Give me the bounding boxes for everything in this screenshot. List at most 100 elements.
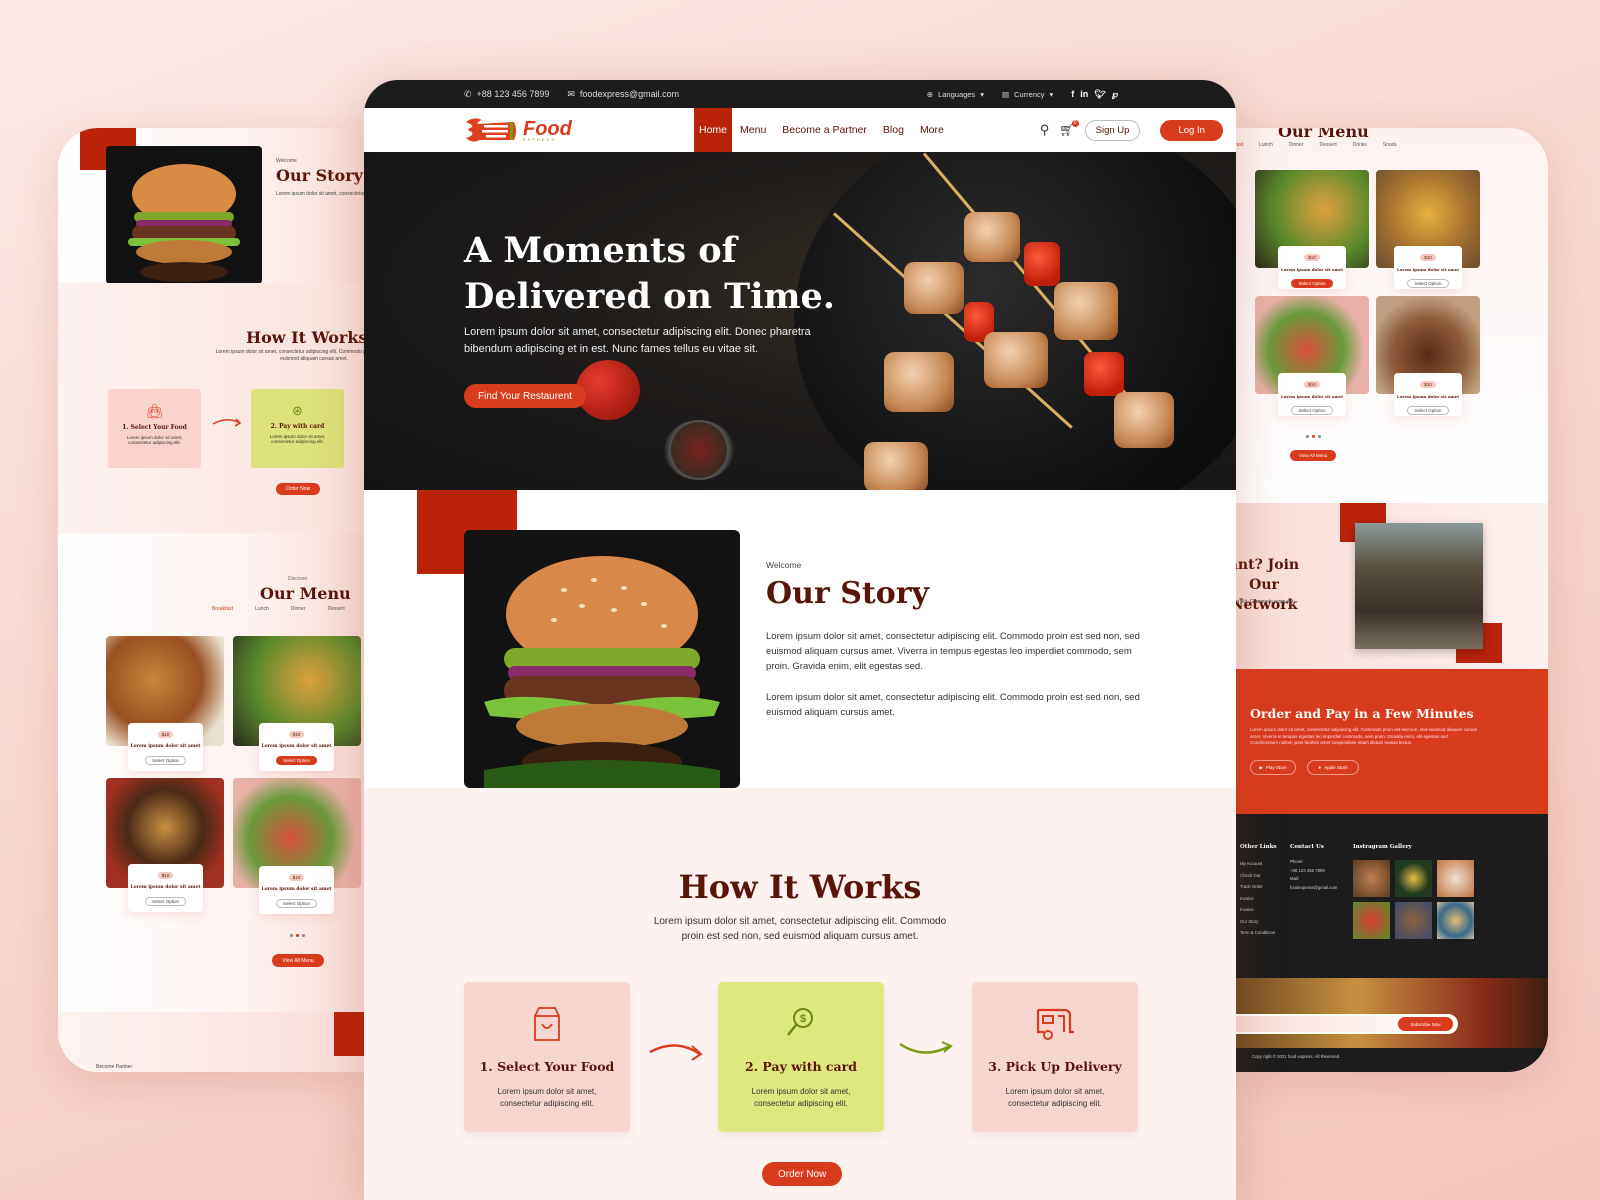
- step-text: Lorem ipsum dolor sit amet, consectetur …: [1005, 1087, 1105, 1108]
- logo[interactable]: Food EXPRESS: [464, 114, 694, 146]
- order-now-button[interactable]: Order Now: [762, 1162, 843, 1186]
- carousel-dot[interactable]: [1318, 435, 1321, 438]
- nav-links: Home Menu Become a Partner Blog More: [694, 108, 952, 152]
- menu-card: $10 Lorem ipsum dolor sit amet Select Op…: [1394, 246, 1462, 289]
- price-badge: $10: [1420, 254, 1436, 261]
- footer-link[interactable]: Check Out: [1240, 870, 1275, 882]
- menu-card: $10 Lorem ipsum dolor sit amet Select Op…: [128, 864, 203, 912]
- view-all-menu-button[interactable]: View All Menu: [272, 954, 324, 967]
- story-paragraph-2: Lorem ipsum dolor sit amet, consectetur …: [766, 692, 1140, 718]
- apple-store-button[interactable]: ● Apple Store: [1307, 760, 1359, 775]
- kebab-piece: [864, 442, 928, 490]
- step-text: Lorem ipsum dolor sit amet, consectetur …: [497, 1087, 597, 1108]
- footer-link[interactable]: Invoice: [1240, 893, 1275, 905]
- story-eyebrow: Welcome: [766, 560, 802, 570]
- log-in-button[interactable]: Log In: [1160, 119, 1223, 141]
- nav-blog[interactable]: Blog: [875, 108, 912, 152]
- copyright: Copy right © 2021 food express. All Reve…: [1252, 1054, 1341, 1059]
- cart-icon[interactable]: 🛒︎ 0: [1059, 120, 1079, 137]
- subscribe-banner: Subscribe Now: [1230, 978, 1548, 1048]
- footer-link[interactable]: Invoice: [1240, 904, 1275, 916]
- menu-card: $10 Lorem ipsum dolor sit amet Select Op…: [1278, 246, 1346, 289]
- step-text: Lorem ipsum dolor sit amet, consectetur …: [126, 435, 183, 445]
- gallery-image[interactable]: [1395, 860, 1432, 897]
- phone-contact[interactable]: ✆ +88 123 456 7899: [464, 89, 549, 100]
- select-option-button[interactable]: Select Option: [144, 897, 186, 906]
- menu-tab-drinks[interactable]: Drinks: [1353, 142, 1367, 148]
- twitter-icon[interactable]: 🐦︎: [1094, 89, 1105, 100]
- gallery-image[interactable]: [1395, 902, 1432, 939]
- gallery-image[interactable]: [1353, 860, 1390, 897]
- social-links: f in 🐦︎ ℘: [1071, 89, 1118, 100]
- right-preview-panel: Our Menu Breakfast Lunch Dinner Dessert …: [1230, 128, 1548, 1072]
- our-story-section: Welcome Our Story Lorem ipsum dolor sit …: [364, 490, 1236, 788]
- menu-tab-dinner[interactable]: Dinner: [291, 606, 306, 612]
- nav-menu[interactable]: Menu: [732, 108, 774, 152]
- menu-card: $10 Lorem ipsum dolor sit amet Select Op…: [128, 723, 203, 771]
- nav-more[interactable]: More: [912, 108, 952, 152]
- languages-dropdown[interactable]: ⊕ Languages ▾: [927, 90, 984, 99]
- select-option-button[interactable]: Select Option: [1291, 406, 1333, 415]
- carousel-dots[interactable]: [1306, 435, 1321, 438]
- sign-up-button[interactable]: Sign Up: [1084, 119, 1141, 141]
- select-option-button[interactable]: Select Option: [275, 756, 317, 765]
- play-store-icon: ▶: [1259, 764, 1263, 770]
- footer-link[interactable]: Track Order: [1240, 881, 1275, 893]
- gallery-image[interactable]: [1437, 860, 1474, 897]
- carousel-dot[interactable]: [296, 934, 299, 937]
- menu-tab-dessert[interactable]: Dessert: [327, 606, 344, 612]
- pinterest-icon[interactable]: ℘: [1112, 89, 1118, 100]
- search-icon[interactable]: ⚲: [1040, 122, 1050, 138]
- select-option-button[interactable]: Select Option: [1407, 279, 1449, 288]
- step-card-3: 3. Pick Up Delivery Lorem ipsum dolor si…: [972, 982, 1138, 1132]
- email-contact[interactable]: ✉ foodexpress@gmail.com: [567, 89, 679, 100]
- item-title: Lorem ipsum dolor sit amet: [1280, 267, 1344, 272]
- price-badge: $10: [1304, 381, 1320, 388]
- footer-link[interactable]: Our Story: [1240, 916, 1275, 928]
- carousel-dot[interactable]: [1312, 435, 1315, 438]
- menu-tabs: Breakfast Lunch Dinner Dessert Drinks Sn…: [1230, 142, 1397, 148]
- currency-dropdown[interactable]: ▤ Currency ▾: [1002, 90, 1053, 99]
- play-store-button[interactable]: ▶ Play Store: [1250, 760, 1296, 775]
- gallery-image[interactable]: [1437, 902, 1474, 939]
- select-option-button[interactable]: Select Option: [275, 899, 317, 908]
- carousel-dot[interactable]: [302, 934, 305, 937]
- view-all-menu-button[interactable]: View All Menu: [1290, 450, 1336, 461]
- logo-flame-icon: [466, 118, 516, 142]
- step-text: Lorem ipsum dolor sit amet, consectetur …: [269, 434, 326, 444]
- kebab-piece: [964, 212, 1020, 262]
- carousel-dot[interactable]: [290, 934, 293, 937]
- nav-become-partner[interactable]: Become a Partner: [774, 108, 875, 152]
- nav-home[interactable]: Home: [694, 108, 733, 152]
- footer-link[interactable]: My Account: [1240, 858, 1275, 870]
- instagram-gallery: [1353, 860, 1474, 939]
- carousel-dots[interactable]: [290, 934, 305, 937]
- story-eyebrow: Welcome: [276, 158, 297, 164]
- find-restaurant-button[interactable]: Find Your Restaurent: [464, 384, 586, 408]
- story-burger-image: [106, 146, 262, 284]
- story-title: Our Story: [276, 166, 363, 185]
- menu-tab-breakfast[interactable]: Breakfast: [212, 606, 233, 612]
- order-now-button[interactable]: Order Now: [276, 483, 320, 495]
- menu-title: Our Menu: [260, 584, 351, 603]
- email-text: foodexpress@gmail.com: [579, 89, 680, 99]
- select-option-button[interactable]: Select Option: [144, 756, 186, 765]
- menu-tab-dinner[interactable]: Dinner: [1289, 142, 1304, 148]
- footer-link[interactable]: Term & Conditions: [1240, 927, 1275, 939]
- select-option-button[interactable]: Select Option: [1291, 279, 1333, 288]
- select-option-button[interactable]: Select Option: [1407, 406, 1449, 415]
- gallery-image[interactable]: [1353, 902, 1390, 939]
- kebab-piece: [904, 262, 964, 314]
- menu-tab-lunch[interactable]: Lunch: [255, 606, 269, 612]
- menu-tab-lunch[interactable]: Lunch: [1259, 142, 1273, 148]
- menu-tab-dessert[interactable]: Dessert: [1319, 142, 1336, 148]
- linkedin-icon[interactable]: in: [1080, 89, 1088, 99]
- partner-cafe-image: [1355, 523, 1483, 649]
- carousel-dot[interactable]: [1306, 435, 1309, 438]
- footer-other-links-title: Other Links: [1240, 844, 1277, 850]
- menu-tab-snack[interactable]: Snack: [1383, 142, 1397, 148]
- facebook-icon[interactable]: f: [1071, 89, 1074, 99]
- subscribe-button[interactable]: Subscribe Now: [1398, 1017, 1453, 1031]
- footer-contact-title: Contact Us: [1290, 844, 1324, 850]
- item-title: Lorem ipsum dolor sit amet: [1280, 394, 1344, 399]
